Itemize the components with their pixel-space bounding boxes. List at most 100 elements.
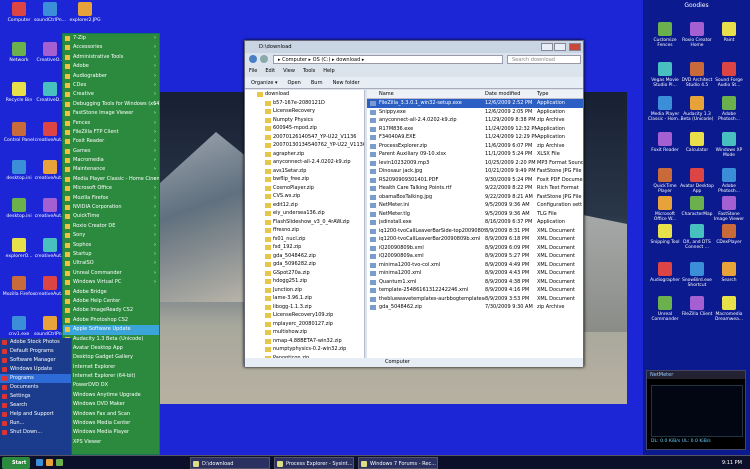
- taskbar-button[interactable]: D:\download: [190, 457, 270, 469]
- desktop-icon[interactable]: Network: [2, 42, 36, 63]
- file-row[interactable]: R17M836.exe 11/24/2009 12:32 PM Applicatio…: [367, 125, 583, 134]
- file-row[interactable]: levin10232009.mp3 10/25/2009 2:20 PM MP3 F…: [367, 159, 583, 168]
- program-menu-item[interactable]: Mozilla Firefox: [63, 194, 159, 203]
- sidebar-shortcut[interactable]: FileZilla Client: [680, 296, 714, 317]
- sidebar-shortcut[interactable]: Media Player Classic - Hom...: [648, 96, 682, 122]
- tree-item[interactable]: mplayerc_20080127.zip: [245, 320, 364, 329]
- file-row[interactable]: jsdinstall.exe 8/16/2009 6:37 PM Applicati…: [367, 218, 583, 227]
- forward-icon[interactable]: [260, 55, 268, 63]
- toolbar-button[interactable]: Burn: [311, 80, 323, 86]
- desktop-icon[interactable]: Recycle Bin: [2, 82, 36, 103]
- sidebar-shortcut[interactable]: Customize Fences: [648, 22, 682, 48]
- file-row[interactable]: iq1200-tvoCallLeaverBar20090809b.xml 8/9/…: [367, 235, 583, 244]
- program-menu-item[interactable]: Windows Anytime Upgrade: [63, 391, 159, 400]
- program-menu-item[interactable]: NVIDIA Corporation: [63, 203, 159, 212]
- program-menu-item[interactable]: QuickTime: [63, 212, 159, 222]
- toolbar-button[interactable]: Organize ▾: [251, 80, 278, 86]
- menu-item[interactable]: Edit: [265, 68, 275, 74]
- program-menu-item[interactable]: Creative: [63, 90, 159, 100]
- program-menu-item[interactable]: FastStone Image Viewer: [63, 109, 159, 119]
- file-row[interactable]: Health Care Talking Points.rtf 9/22/2009 …: [367, 184, 583, 193]
- file-row[interactable]: template-25486161312242246.xml 8/9/2009 4…: [367, 286, 583, 295]
- program-menu-item[interactable]: Microsoft Office: [63, 184, 159, 194]
- program-menu-item[interactable]: Desktop Gadget Gallery: [63, 353, 159, 362]
- tree-item[interactable]: ely_undersea136.zip: [245, 209, 364, 218]
- sidebar-shortcut[interactable]: Windows XP Mode: [712, 132, 746, 158]
- sidebar-shortcut[interactable]: Audiographer: [648, 262, 682, 283]
- tree-item[interactable]: CVS.ws.zip: [245, 192, 364, 201]
- file-row[interactable]: iQ20090809b.xml 8/9/2009 6:09 PM XML Docum…: [367, 244, 583, 253]
- window-titlebar[interactable]: D:\download: [245, 41, 583, 53]
- program-menu-item[interactable]: 7-Zip: [63, 34, 159, 43]
- sidebar-shortcut[interactable]: QuickTime Player: [648, 168, 682, 194]
- program-menu-item[interactable]: Windows Fax and Scan: [63, 410, 159, 419]
- file-row[interactable]: FileZilla_3.3.0.1_win32-setup.exe 12/6/20…: [367, 99, 583, 108]
- tree-item[interactable]: edit12.zip: [245, 201, 364, 210]
- menu-item[interactable]: Tools: [303, 68, 315, 74]
- tree-item[interactable]: GSpot270a.zip: [245, 269, 364, 278]
- toolbar-button[interactable]: New folder: [333, 80, 360, 86]
- menu-item[interactable]: View: [283, 68, 295, 74]
- maximize-button[interactable]: [554, 43, 566, 51]
- search-input[interactable]: Search download: [507, 55, 581, 64]
- desktop-icon[interactable]: explorerO...: [2, 238, 36, 259]
- tree-item[interactable]: gda_5096282.zip: [245, 260, 364, 269]
- program-menu-item[interactable]: Macromedia: [63, 156, 159, 165]
- program-menu-item[interactable]: Internet Explorer: [63, 363, 159, 372]
- start-menu-item[interactable]: Default Programs: [0, 347, 71, 356]
- column-date[interactable]: Date modified: [485, 90, 520, 99]
- program-menu-item[interactable]: Adobe Help Center: [63, 297, 159, 306]
- tree-item[interactable]: 600945-mpod.zip: [245, 124, 364, 133]
- file-row[interactable]: anyconnect-all-2.4.0202-k9.zip 11/29/2009…: [367, 116, 583, 125]
- file-row[interactable]: RS2090909301401.PDF 9/30/2009 5:24 PM Foxi…: [367, 176, 583, 185]
- tree-item[interactable]: 20070130134540762_YP-U22_V1136: [245, 141, 364, 150]
- desktop-icon[interactable]: soundCtrlPn...: [33, 2, 67, 23]
- sidebar-shortcut[interactable]: Adobe Photosh...: [712, 96, 746, 122]
- address-bar[interactable]: ▸ Computer ▸ OS (C:) ▸ download ▸: [273, 55, 503, 64]
- sidebar-shortcut[interactable]: CharacterMap: [680, 196, 714, 217]
- tree-item[interactable]: numptyphysics-0.2-win32.zip: [245, 345, 364, 354]
- start-menu-item[interactable]: Adobe Stock Photos: [0, 338, 71, 347]
- tree-item[interactable]: 20070126140547_YP-U22_V1136: [245, 133, 364, 142]
- minimize-button[interactable]: [541, 43, 553, 51]
- file-row[interactable]: thebluewavetemplates-aurbbogtemplatesdot…: [367, 295, 583, 304]
- sidebar-shortcut[interactable]: Roxio Creator Home: [680, 22, 714, 48]
- start-menu-item[interactable]: Windows Update: [0, 365, 71, 374]
- sidebar-shortcut[interactable]: Search: [712, 262, 746, 283]
- tree-item[interactable]: FlashSlideshow_v3_0_4rAW.zip: [245, 218, 364, 227]
- file-row[interactable]: F34040A9.EXE 11/24/2009 12:29 PM Applicati…: [367, 133, 583, 142]
- program-menu-item[interactable]: Foxit Reader: [63, 137, 159, 147]
- sidebar-shortcut[interactable]: DVD Architect Studio 4.5: [680, 62, 714, 88]
- tree-item[interactable]: fsd_192.zip: [245, 243, 364, 252]
- file-row[interactable]: ProcessExplorer.zip 11/6/2009 6:07 PM zip …: [367, 142, 583, 151]
- start-menu-item[interactable]: Settings: [0, 392, 71, 401]
- start-menu-item[interactable]: Search: [0, 401, 71, 410]
- tree-item[interactable]: anyconnect-all-2.4.0202-k9.zip: [245, 158, 364, 167]
- program-menu-item[interactable]: PowerDVD DX: [63, 381, 159, 390]
- tree-item[interactable]: b57-167e-2080121D: [245, 99, 364, 108]
- tree-item[interactable]: libogg-1.1.3.zip: [245, 303, 364, 312]
- start-menu-item[interactable]: Documents: [0, 383, 71, 392]
- start-menu-item[interactable]: Shut Down...: [0, 428, 71, 437]
- start-menu-item[interactable]: Software Manager: [0, 356, 71, 365]
- file-row[interactable]: Dinosaur jack.jpg 10/21/2009 9:49 PM FastS…: [367, 167, 583, 176]
- sidebar-shortcut[interactable]: Paint: [712, 22, 746, 43]
- netmeter-gadget[interactable]: NetMeter DL: 0.0 KiB/s UL: 0.0 KiB/s: [646, 370, 746, 450]
- file-row[interactable]: obamaBoxTalking.jpg 9/22/2009 8:21 AM Fast…: [367, 193, 583, 202]
- tree-item[interactable]: download: [245, 90, 364, 99]
- sidebar-shortcut[interactable]: Unreal Commander: [648, 296, 682, 322]
- program-menu-item[interactable]: Avatar Desktop App: [63, 344, 159, 353]
- clock[interactable]: 9:11 PM: [722, 457, 742, 469]
- sidebar-shortcut[interactable]: Macromedia Dreamwea...: [712, 296, 746, 322]
- sidebar-shortcut[interactable]: Vegas Movie Studio Pl...: [648, 62, 682, 88]
- tree-item[interactable]: multishow.zip: [245, 328, 364, 337]
- tree-item[interactable]: nmap-4.88BETA7-win32.zip: [245, 337, 364, 346]
- tree-item[interactable]: LicenseRecovery: [245, 107, 364, 116]
- program-menu-item[interactable]: Windows Media Player: [63, 428, 159, 437]
- sidebar-shortcut[interactable]: DX, and DTS Connect ...: [680, 224, 714, 250]
- sidebar-shortcut[interactable]: Calculator: [680, 132, 714, 153]
- file-row[interactable]: Snippy.exe 12/6/2009 2:05 PM Application: [367, 108, 583, 117]
- program-menu-item[interactable]: Audiograbber: [63, 72, 159, 81]
- program-menu-item[interactable]: CDex: [63, 81, 159, 90]
- program-menu-item[interactable]: XPS Viewer: [63, 438, 159, 447]
